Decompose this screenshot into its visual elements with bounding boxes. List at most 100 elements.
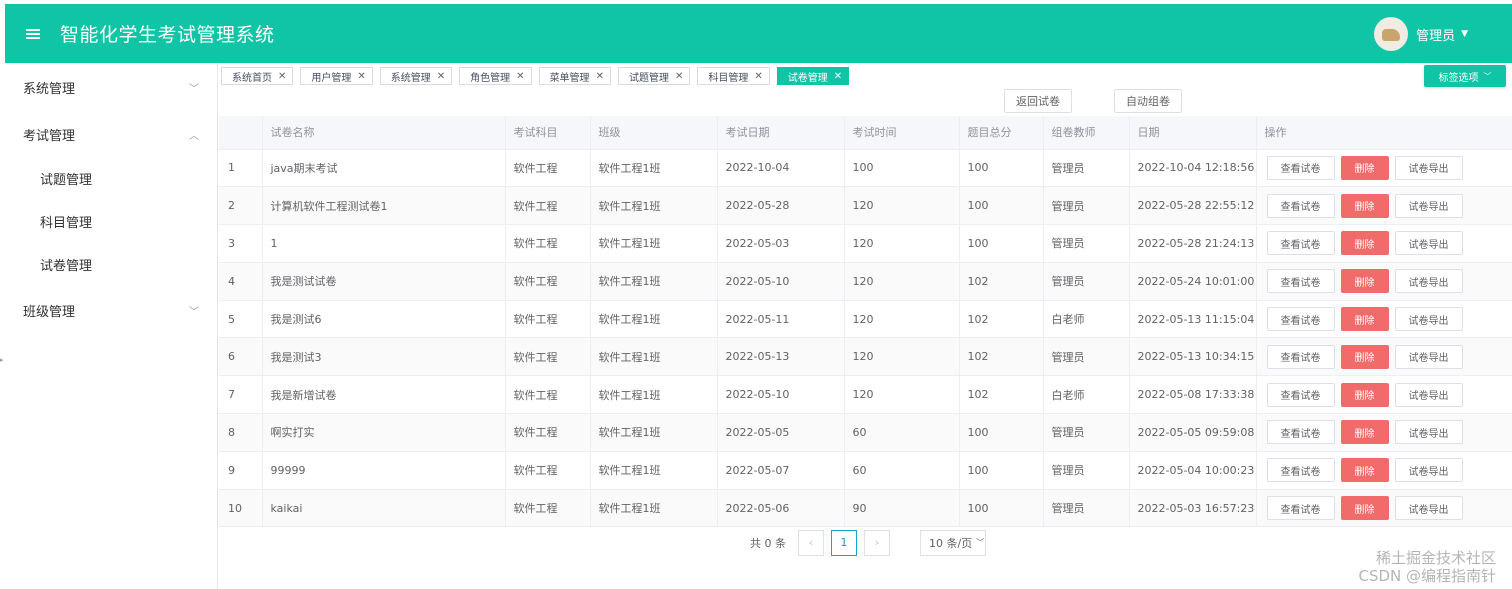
total-score: 100	[959, 186, 1044, 226]
delete-button[interactable]: 删除	[1340, 193, 1389, 218]
paper-name: 99999	[262, 451, 506, 490]
class-name: 软件工程1班	[590, 451, 718, 490]
view-paper-button[interactable]: 查看试卷	[1266, 382, 1335, 407]
return-paper-button[interactable]: 返回试卷	[1004, 89, 1072, 113]
created-date: 2022-10-04 12:18:56	[1129, 149, 1257, 188]
delete-button[interactable]: 删除	[1340, 344, 1389, 369]
hamburger-menu-icon[interactable]	[26, 28, 40, 39]
close-icon[interactable]: ✕	[834, 71, 842, 82]
paper-name: 我是新增试卷	[262, 375, 506, 415]
table-row: 6 我是测试3 软件工程 软件工程1班 2022-05-13 120 102 管理员 2022-…	[219, 337, 1512, 377]
tag-label: 角色管理	[470, 72, 511, 84]
close-icon[interactable]: ✕	[754, 71, 762, 82]
prev-page-button[interactable]: ‹	[798, 529, 824, 556]
submenu-subject[interactable]: 科目管理	[5, 201, 217, 241]
exam-subject: 软件工程	[505, 375, 591, 415]
view-paper-button[interactable]: 查看试卷	[1266, 458, 1335, 483]
actions-cell: 查看试卷 删除 试卷导出	[1256, 489, 1512, 528]
watermark: 稀土掘金技术社区 CSDN @编程指南针	[1358, 549, 1496, 585]
export-paper-button[interactable]: 试卷导出	[1394, 155, 1463, 180]
teacher: 白老师	[1043, 375, 1130, 415]
delete-button[interactable]: 删除	[1340, 307, 1389, 332]
collapse-arrow-icon[interactable]: ▸	[0, 356, 4, 364]
row-index: 6	[219, 337, 263, 377]
export-paper-button[interactable]: 试卷导出	[1394, 458, 1463, 483]
tag-system[interactable]: 系统管理 ✕	[379, 67, 453, 85]
menu-exam[interactable]: 考试管理 ︿	[5, 114, 217, 154]
class-name: 软件工程1班	[590, 300, 718, 339]
close-icon[interactable]: ✕	[596, 71, 604, 82]
export-paper-button[interactable]: 试卷导出	[1394, 193, 1463, 218]
tag-paper[interactable]: 试卷管理 ✕	[776, 67, 850, 85]
export-paper-button[interactable]: 试卷导出	[1394, 382, 1463, 407]
delete-button[interactable]: 删除	[1340, 269, 1389, 294]
total-score: 100	[959, 489, 1044, 528]
tag-options-button[interactable]: 标签选项 ﹀	[1424, 65, 1506, 87]
tag-user[interactable]: 用户管理 ✕	[300, 67, 373, 85]
page-size-select[interactable]: 10 条/页 ﹀	[920, 529, 986, 556]
view-paper-button[interactable]: 查看试卷	[1266, 344, 1335, 369]
view-paper-button[interactable]: 查看试卷	[1266, 420, 1335, 445]
close-icon[interactable]: ✕	[278, 71, 286, 82]
menu-class[interactable]: 班级管理 ﹀	[5, 290, 217, 330]
close-icon[interactable]: ✕	[357, 71, 365, 82]
exam-duration: 100	[844, 149, 960, 188]
page-number-button[interactable]: 1	[831, 529, 857, 556]
paper-name: 我是测试6	[262, 300, 506, 339]
actions-cell: 查看试卷 删除 试卷导出	[1256, 300, 1512, 339]
tag-role[interactable]: 角色管理 ✕	[459, 67, 532, 85]
pagination-total: 共 0 条	[750, 536, 786, 550]
table-row: 8 啊实打实 软件工程 软件工程1班 2022-05-05 60 100 管理员 2022-05…	[219, 413, 1512, 452]
submenu-paper[interactable]: 试卷管理	[5, 244, 217, 284]
view-paper-button[interactable]: 查看试卷	[1266, 496, 1335, 521]
tag-menu[interactable]: 菜单管理 ✕	[538, 67, 611, 85]
export-paper-button[interactable]: 试卷导出	[1394, 496, 1463, 521]
table-row: 7 我是新增试卷 软件工程 软件工程1班 2022-05-10 120 102 白老师 2022…	[219, 375, 1512, 415]
export-paper-button[interactable]: 试卷导出	[1394, 231, 1463, 256]
watermark-line: 稀土掘金技术社区	[1375, 549, 1496, 567]
export-paper-button[interactable]: 试卷导出	[1394, 420, 1463, 445]
class-name: 软件工程1班	[590, 149, 718, 188]
avatar	[1374, 17, 1409, 51]
paper-name: 我是测试3	[262, 337, 506, 377]
view-paper-button[interactable]: 查看试卷	[1266, 155, 1335, 180]
tag-question[interactable]: 试题管理 ✕	[617, 67, 691, 85]
total-score: 100	[959, 451, 1044, 490]
view-paper-button[interactable]: 查看试卷	[1266, 231, 1335, 256]
menu-system[interactable]: 系统管理 ﹀	[5, 67, 217, 107]
tag-label: 用户管理	[311, 72, 352, 84]
submenu-label: 试题管理	[40, 172, 93, 188]
exam-subject: 软件工程	[505, 262, 591, 301]
tag-subject[interactable]: 科目管理 ✕	[697, 67, 770, 85]
exam-subject: 软件工程	[505, 224, 591, 263]
tag-home[interactable]: 系统首页 ✕	[221, 67, 294, 85]
delete-button[interactable]: 删除	[1340, 231, 1389, 256]
user-menu[interactable]: 管理员 ▼	[1374, 17, 1468, 51]
delete-button[interactable]: 删除	[1340, 496, 1389, 521]
auto-compose-button[interactable]: 自动组卷	[1114, 89, 1182, 113]
view-paper-button[interactable]: 查看试卷	[1266, 269, 1335, 294]
delete-button[interactable]: 删除	[1340, 458, 1389, 483]
close-icon[interactable]: ✕	[437, 71, 445, 82]
actions-cell: 查看试卷 删除 试卷导出	[1256, 149, 1512, 188]
exam-subject: 软件工程	[505, 300, 591, 339]
paper-name: kaikai	[262, 489, 506, 528]
view-paper-button[interactable]: 查看试卷	[1266, 307, 1335, 332]
export-paper-button[interactable]: 试卷导出	[1394, 344, 1463, 369]
close-icon[interactable]: ✕	[516, 71, 524, 82]
submenu-question[interactable]: 试题管理	[5, 158, 217, 198]
view-paper-button[interactable]: 查看试卷	[1266, 193, 1335, 218]
export-paper-button[interactable]: 试卷导出	[1394, 307, 1463, 332]
export-paper-button[interactable]: 试卷导出	[1394, 269, 1463, 294]
row-index: 3	[219, 224, 263, 263]
next-page-button[interactable]: ›	[864, 529, 890, 556]
exam-subject: 软件工程	[505, 413, 591, 452]
column-header	[219, 116, 263, 150]
delete-button[interactable]: 删除	[1340, 382, 1389, 407]
delete-button[interactable]: 删除	[1340, 420, 1389, 445]
submenu-label: 试卷管理	[40, 258, 93, 274]
total-score: 100	[959, 224, 1044, 263]
close-icon[interactable]: ✕	[675, 71, 683, 82]
delete-button[interactable]: 删除	[1340, 155, 1389, 180]
watermark-line: CSDN @编程指南针	[1358, 567, 1496, 585]
